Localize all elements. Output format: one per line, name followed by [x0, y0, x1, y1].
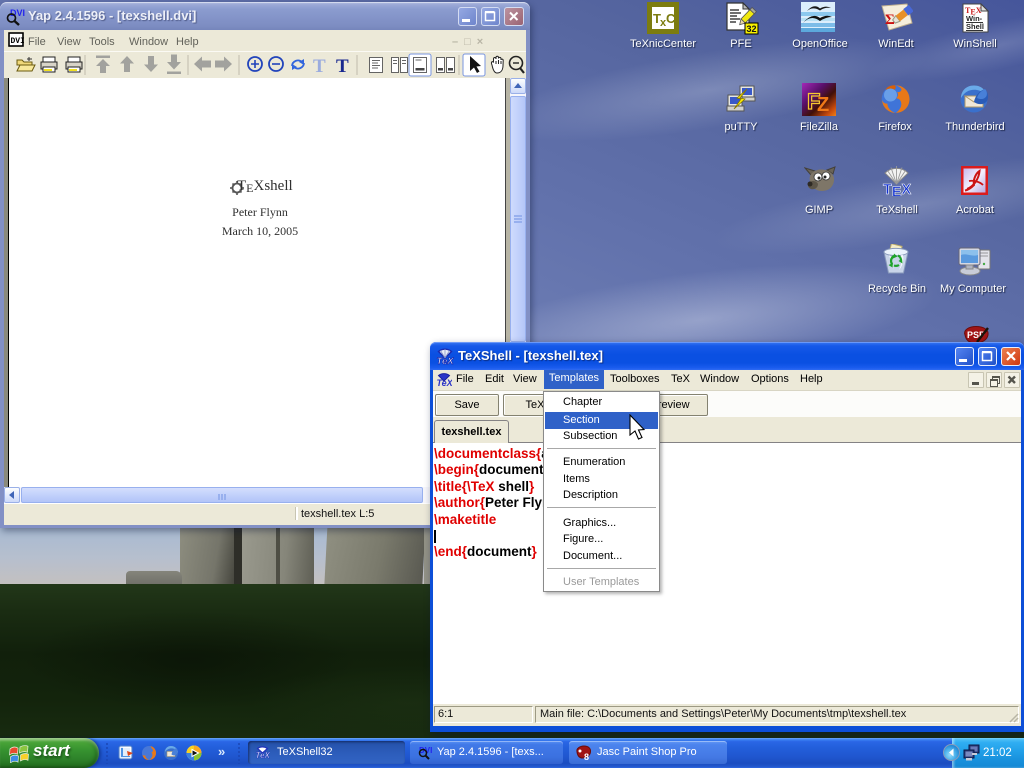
svg-text:T: T [336, 56, 349, 77]
svg-text:DVI: DVI [10, 8, 25, 18]
svg-text:Z: Z [817, 94, 829, 116]
svg-text:C: C [666, 11, 676, 26]
svg-text:Shell: Shell [966, 22, 984, 31]
svg-text:TEX: TEX [883, 182, 912, 196]
svg-text:TeX: TeX [256, 751, 271, 760]
svg-text:T: T [313, 56, 326, 77]
svg-text:32: 32 [747, 24, 757, 34]
svg-text:8: 8 [584, 752, 589, 761]
svg-text:TeX: TeX [437, 356, 455, 365]
